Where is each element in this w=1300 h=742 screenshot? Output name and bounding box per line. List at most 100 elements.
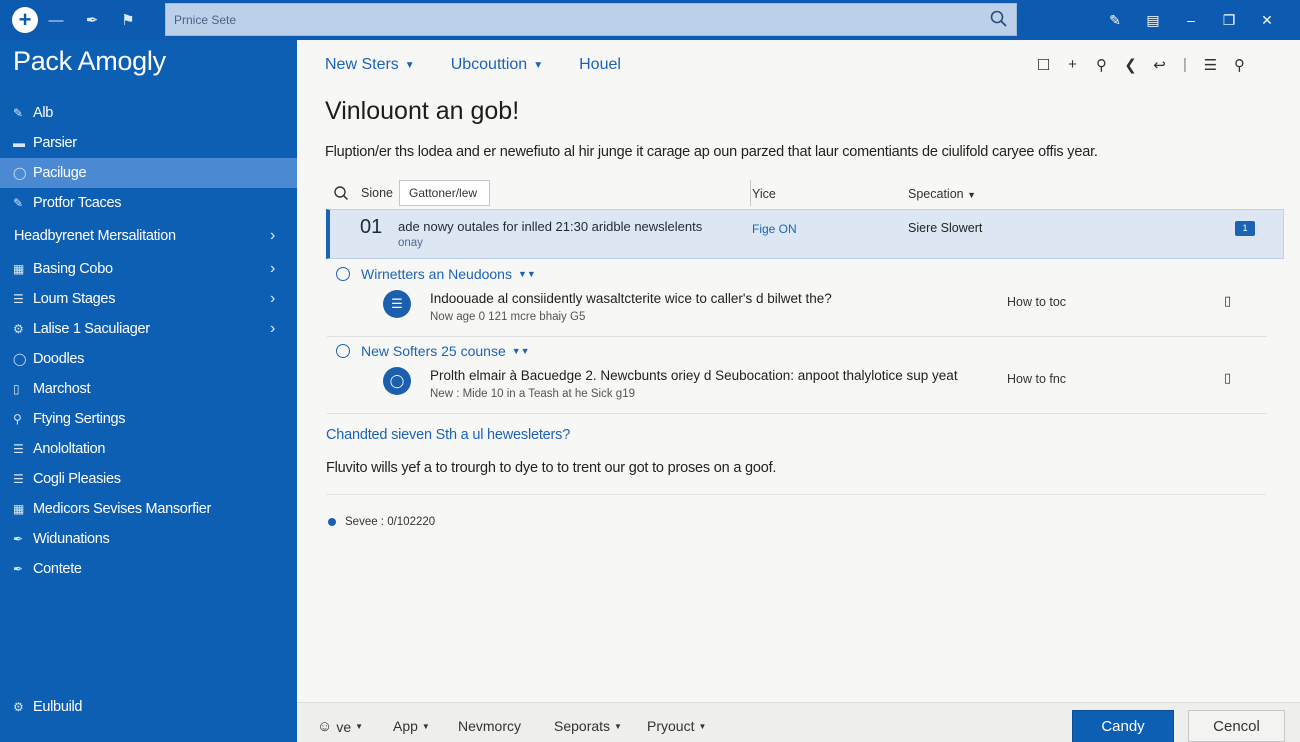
pen-icon: ✒: [13, 532, 23, 546]
app-title: Pack Amogly: [13, 46, 166, 76]
copy-icon[interactable]: ☐: [1029, 56, 1058, 74]
list-icon: ☰: [383, 290, 411, 318]
document-icon[interactable]: ▯: [1224, 293, 1231, 309]
search-icon[interactable]: ⚲: [1225, 56, 1254, 74]
chevron-down-icon: ▼: [533, 59, 544, 71]
footer-menu-seporats[interactable]: Seporats ▼: [554, 718, 622, 734]
search-icon[interactable]: [333, 185, 349, 201]
search-bar[interactable]: Prnice Sete: [165, 3, 1017, 36]
footer-menu-nevmorcy[interactable]: Nevmorcy: [458, 718, 521, 734]
minimize-icon[interactable]: –: [1172, 12, 1210, 28]
flag-icon[interactable]: ⚑: [110, 11, 146, 29]
cancel-button[interactable]: Cencol: [1188, 710, 1285, 742]
tab-bar: New Sters ▼ Ubcouttion ▼ Houel: [325, 56, 657, 74]
minus-icon[interactable]: —: [38, 12, 74, 29]
column-header-sione[interactable]: Sione: [361, 186, 393, 200]
filter-input[interactable]: Gattoner/lew: [399, 180, 490, 206]
sidebar-item-doodles[interactable]: ◯ Doodles: [0, 344, 297, 374]
sidebar-item-label: Doodles: [33, 351, 85, 367]
search-input[interactable]: Prnice Sete: [174, 13, 236, 27]
group-header-new-softers[interactable]: New Softers 25 counse ▼▼: [336, 343, 530, 359]
tab-ubcouttion[interactable]: Ubcouttion ▼: [451, 56, 543, 74]
pen-icon[interactable]: ✒: [74, 11, 110, 29]
sidebar-item-label: Alb: [33, 105, 54, 121]
help-link[interactable]: Chandted sieven Sth a ul hewesleters?: [326, 427, 570, 443]
footer-bar: ☺ ve ▼ App ▼ Nevmorcy Seporats ▼ Pryouct…: [297, 702, 1300, 742]
sidebar-item-anololtation[interactable]: ☰ Anololtation: [0, 434, 297, 464]
table-row-selected[interactable]: 01 ade nowy outales for inlled 21:30 ari…: [326, 209, 1284, 259]
row-subtitle: onay: [398, 237, 423, 249]
sidebar-item-loum-stages[interactable]: ☰ Loum Stages ›: [0, 284, 297, 314]
gear-icon: ⚙: [13, 322, 24, 336]
radio-button[interactable]: [336, 267, 350, 281]
footer-menu-app[interactable]: App ▼: [393, 718, 430, 734]
edit-icon[interactable]: ✎: [1096, 12, 1134, 29]
list-item[interactable]: ◯ Prolth elmair à Bacuedge 2. Newcbunts …: [327, 358, 1267, 414]
toolbar-divider: |: [1183, 56, 1187, 73]
sidebar-item-widunations[interactable]: ✒ Widunations: [0, 524, 297, 554]
body-text: Fluvito wills yef a to trourgh to dye to…: [326, 460, 777, 476]
footer-menu-label: ve: [336, 718, 352, 735]
column-header-yice[interactable]: Yice: [752, 187, 776, 201]
sidebar-item-label: Lalise 1 Saculiager: [33, 321, 150, 337]
group-label: New Softers 25 counse: [361, 343, 506, 359]
column-header-specation[interactable]: Specation ▼: [908, 187, 976, 201]
note-icon[interactable]: ▤: [1134, 12, 1172, 29]
radio-button[interactable]: [336, 344, 350, 358]
sidebar-item-medicors[interactable]: ▦ Medicors Sevises Mansorfier: [0, 494, 297, 524]
search-icon[interactable]: [990, 10, 1008, 28]
footer-menu-pryouct[interactable]: Pryouct ▼: [647, 718, 706, 734]
list-icon: ☰: [13, 292, 24, 306]
grid-icon: ▦: [13, 262, 25, 276]
tab-new-sters[interactable]: New Sters ▼: [325, 56, 415, 74]
chat-icon: ☺: [317, 718, 333, 735]
sidebar-item-contete[interactable]: ✒ Contete: [0, 554, 297, 584]
close-icon[interactable]: ✕: [1248, 12, 1286, 29]
row-badge[interactable]: 1: [1235, 221, 1255, 236]
key-icon: ⚲: [13, 412, 22, 426]
tab-label: Houel: [579, 56, 621, 73]
sidebar-item-cogli-pleasies[interactable]: ☰ Cogli Pleasies: [0, 464, 297, 494]
sidebar-item-protfor-tcaces[interactable]: ✎ Protfor Tcaces: [0, 188, 297, 218]
chevron-down-icon: ▼▼: [517, 269, 536, 279]
sidebar-item-ftying-sertings[interactable]: ⚲ Ftying Sertings: [0, 404, 297, 434]
document-icon[interactable]: ▯: [1224, 370, 1231, 386]
item-title: Indoouade al consiidently wasaltcterite …: [430, 291, 832, 306]
sidebar-item-marchost[interactable]: ▯ Marchost: [0, 374, 297, 404]
sidebar-item-lalise[interactable]: ⚙ Lalise 1 Saculiager ›: [0, 314, 297, 344]
chevron-right-icon: ›: [269, 260, 275, 277]
item-action-link[interactable]: How to toc: [1007, 295, 1066, 309]
menu-icon[interactable]: ☰: [1196, 56, 1225, 74]
item-action-link[interactable]: How to fnc: [1007, 372, 1066, 386]
sidebar-item-paciluge[interactable]: ◯ Paciluge: [0, 158, 297, 188]
sidebar-item-alb[interactable]: ✎ Alb: [0, 98, 297, 128]
page-description: Fluption/er ths lodea and er newefiuto a…: [325, 144, 1098, 160]
chevron-right-icon: ›: [269, 320, 275, 337]
window-controls: ✎ ▤ – ❐ ✕: [1096, 0, 1286, 40]
sidebar-item-basing-cobo[interactable]: ▦ Basing Cobo ›: [0, 254, 297, 284]
restore-icon[interactable]: ❐: [1210, 12, 1248, 29]
footer-menu-ve[interactable]: ☺ ve ▼: [317, 718, 363, 735]
add-icon[interactable]: +: [12, 7, 38, 33]
zoom-icon[interactable]: ⚲: [1087, 56, 1116, 74]
sidebar-item-parsier[interactable]: ▬ Parsier: [0, 128, 297, 158]
list-item[interactable]: ☰ Indoouade al consiidently wasaltcterit…: [327, 281, 1267, 337]
doc-icon: ▯: [13, 382, 20, 396]
page-title: Vinlouont an gob!: [325, 97, 520, 125]
sidebar-item-label: Basing Cobo: [33, 261, 113, 277]
sidebar-item-label: Protfor Tcaces: [33, 195, 122, 211]
status-indicator: Sevee : 0/102220: [328, 516, 435, 528]
group-header-wirnetters[interactable]: Wirnetters an Neudoons ▼▼: [336, 266, 536, 282]
plus-icon[interactable]: +: [1058, 56, 1087, 74]
circle-icon: ◯: [13, 166, 27, 180]
sidebar-item-label: Loum Stages: [33, 291, 116, 307]
candy-button[interactable]: Candy: [1072, 710, 1174, 742]
sidebar-item-eulbuild[interactable]: ⚙ Eulbuild: [0, 692, 83, 722]
tab-houel[interactable]: Houel: [579, 56, 621, 74]
undo-icon[interactable]: ↩: [1145, 56, 1174, 74]
back-icon[interactable]: ❮: [1116, 56, 1145, 74]
gear-icon: ⚙: [13, 700, 24, 714]
row-status[interactable]: Fige ON: [752, 222, 797, 236]
sidebar-item-headbyrenet[interactable]: Headbyrenet Mersalitation ›: [0, 218, 297, 254]
bars-icon: ▬: [13, 136, 25, 150]
